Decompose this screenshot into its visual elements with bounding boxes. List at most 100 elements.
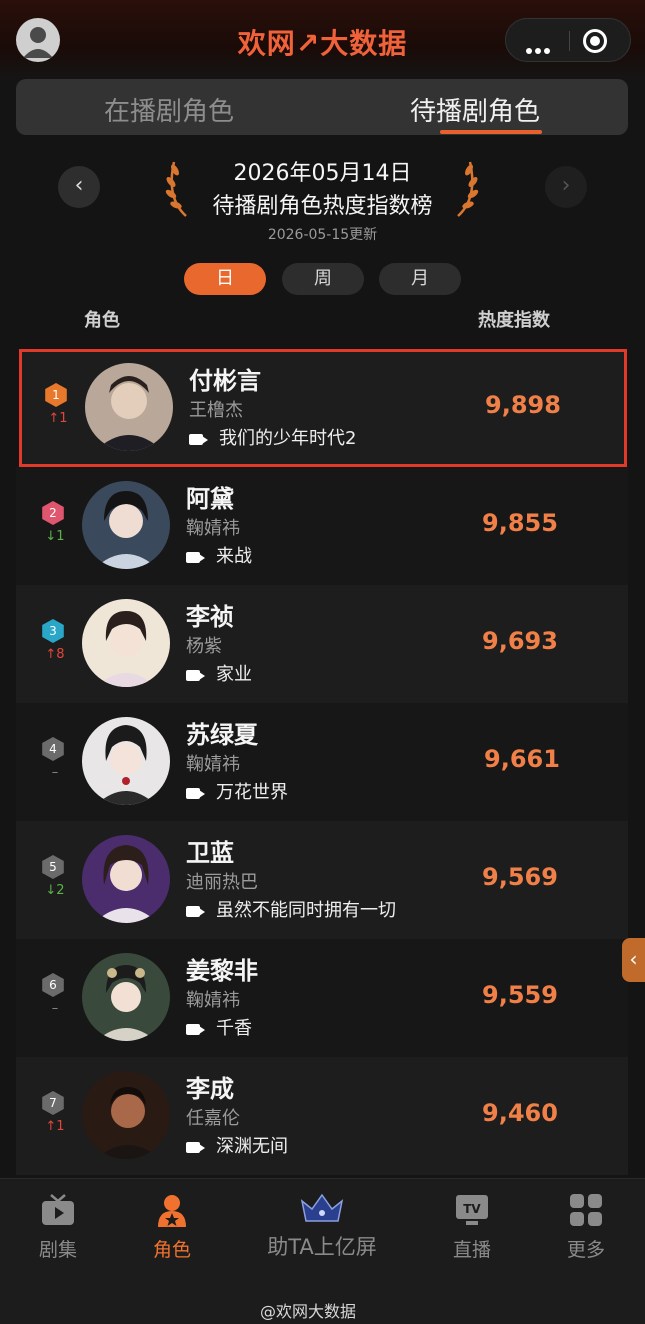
- update-timestamp: 2026-05-15更新: [267, 227, 378, 243]
- column-header-role: 角色: [84, 310, 120, 331]
- rank-badge: 2: [42, 501, 64, 525]
- video-camera-icon: [186, 670, 205, 681]
- actor-name: 迪丽热巴: [186, 872, 258, 893]
- actor-name: 鞠婧祎: [186, 518, 240, 539]
- live-tv-icon: TV: [456, 1195, 488, 1225]
- rank-change: –: [51, 765, 59, 780]
- nav-label: 角色: [152, 1239, 191, 1261]
- avatar: [82, 481, 170, 569]
- character-name: 阿黛: [186, 485, 234, 513]
- rank-badge: 6: [42, 973, 64, 997]
- video-camera-icon: [186, 906, 205, 917]
- nav-label: 直播: [452, 1239, 491, 1261]
- side-collapse-tab[interactable]: ‹: [622, 938, 645, 982]
- more-dots-icon[interactable]: [526, 39, 553, 58]
- show-title-text: 万花世界: [216, 782, 288, 803]
- actor-name: 任嘉伦: [186, 1108, 240, 1129]
- video-camera-icon: [189, 434, 208, 445]
- role-tabs: 在播剧角色 待播剧角色: [16, 79, 628, 135]
- character-name: 李成: [186, 1075, 234, 1103]
- capsule-divider: [569, 31, 570, 51]
- heat-score: 9,569: [482, 863, 558, 891]
- rank-change: ↓1: [45, 529, 65, 544]
- period-day-button[interactable]: 日: [184, 263, 266, 295]
- ranking-row[interactable]: 3 ↑8 李祯 杨紫 家业 9,693: [16, 585, 628, 703]
- ranking-row[interactable]: 6 – 姜黎非 鞠婧祎 千香 9,559: [16, 939, 628, 1057]
- nav-label: 助TA上亿屏: [267, 1235, 377, 1259]
- show-title: 家业: [186, 660, 252, 686]
- avatar: [82, 1071, 170, 1159]
- avatar: [82, 717, 170, 805]
- weibo-watermark: @欢网大数据: [260, 1302, 357, 1321]
- period-week-button[interactable]: 周: [282, 263, 364, 295]
- crown-icon: [300, 1193, 344, 1222]
- character-name: 付彬言: [189, 367, 261, 395]
- actor-name: 鞠婧祎: [186, 754, 240, 775]
- heat-score: 9,855: [482, 509, 558, 537]
- ranking-row[interactable]: 5 ↓2 卫蓝 迪丽热巴 虽然不能同时拥有一切 9,569: [16, 821, 628, 939]
- show-title: 虽然不能同时拥有一切: [186, 896, 396, 922]
- ranking-row[interactable]: 2 ↓1 阿黛 鞠婧祎 来战 9,855: [16, 467, 628, 585]
- actor-name: 鞠婧祎: [186, 990, 240, 1011]
- rank-change: –: [51, 1001, 59, 1016]
- show-title: 万花世界: [186, 778, 288, 804]
- character-name: 李祯: [186, 603, 234, 631]
- nav-roles[interactable]: 角色: [144, 1193, 200, 1262]
- video-camera-icon: [186, 552, 205, 563]
- show-title-text: 深渊无间: [216, 1136, 288, 1157]
- nav-label: 更多: [566, 1239, 605, 1261]
- video-camera-icon: [186, 1142, 205, 1153]
- rank-change: ↑1: [45, 1119, 65, 1134]
- avatar: [82, 953, 170, 1041]
- avatar: [82, 599, 170, 687]
- character-name: 卫蓝: [186, 839, 234, 867]
- actor-name: 杨紫: [186, 636, 222, 657]
- show-title: 千香: [186, 1014, 252, 1040]
- top-bar: 欢网↗大数据: [0, 0, 645, 80]
- video-camera-icon: [186, 788, 205, 799]
- rank-badge: 7: [42, 1091, 64, 1115]
- character-star-icon: [158, 1195, 186, 1227]
- close-target-icon[interactable]: [583, 29, 607, 53]
- nav-series[interactable]: 剧集: [30, 1193, 86, 1262]
- tab-airing-roles[interactable]: 在播剧角色: [16, 91, 322, 128]
- rank-badge: 5: [42, 855, 64, 879]
- ranking-row[interactable]: 4 – 苏绿夏 鞠婧祎 万花世界 9,661: [16, 703, 628, 821]
- nav-label: 剧集: [38, 1239, 77, 1261]
- show-title: 深渊无间: [186, 1132, 288, 1158]
- avatar: [82, 835, 170, 923]
- ranking-row[interactable]: 1 ↑1 付彬言 王橹杰 我们的少年时代2 9,898: [19, 349, 627, 467]
- tv-play-icon: [42, 1194, 74, 1225]
- nav-boost[interactable]: 助TA上亿屏: [252, 1193, 392, 1261]
- nav-more[interactable]: 更多: [558, 1193, 614, 1262]
- rank-change: ↓2: [45, 883, 65, 898]
- active-tab-indicator: [440, 130, 542, 134]
- svg-text:TV: TV: [463, 1202, 481, 1216]
- rank-badge: 1: [45, 383, 67, 407]
- heat-score: 9,460: [482, 1099, 558, 1127]
- avatar: [85, 363, 173, 451]
- rank-change: ↑1: [48, 411, 68, 426]
- character-name: 姜黎非: [186, 957, 258, 985]
- rank-badge: 3: [42, 619, 64, 643]
- show-title-text: 家业: [216, 664, 252, 685]
- heat-score: 9,693: [482, 627, 558, 655]
- heat-score: 9,898: [485, 391, 561, 419]
- show-title-text: 来战: [216, 546, 252, 567]
- period-month-button[interactable]: 月: [379, 263, 461, 295]
- show-title: 来战: [186, 542, 252, 568]
- ranking-date: 2026年05月14日: [233, 161, 412, 186]
- show-title-text: 千香: [216, 1018, 252, 1039]
- mini-program-capsule: [505, 18, 631, 62]
- tab-upcoming-roles[interactable]: 待播剧角色: [322, 91, 628, 128]
- video-camera-icon: [186, 1024, 205, 1035]
- show-title-text: 我们的少年时代2: [219, 428, 357, 449]
- show-title: 我们的少年时代2: [189, 424, 356, 450]
- heat-score: 9,559: [482, 981, 558, 1009]
- character-name: 苏绿夏: [186, 721, 258, 749]
- ranking-title: 待播剧角色热度指数榜: [212, 194, 433, 219]
- ranking-row[interactable]: 7 ↑1 李成 任嘉伦 深渊无间 9,460: [16, 1057, 628, 1175]
- show-title-text: 虽然不能同时拥有一切: [216, 900, 396, 921]
- nav-live[interactable]: TV 直播: [444, 1193, 500, 1262]
- rank-change: ↑8: [45, 647, 65, 662]
